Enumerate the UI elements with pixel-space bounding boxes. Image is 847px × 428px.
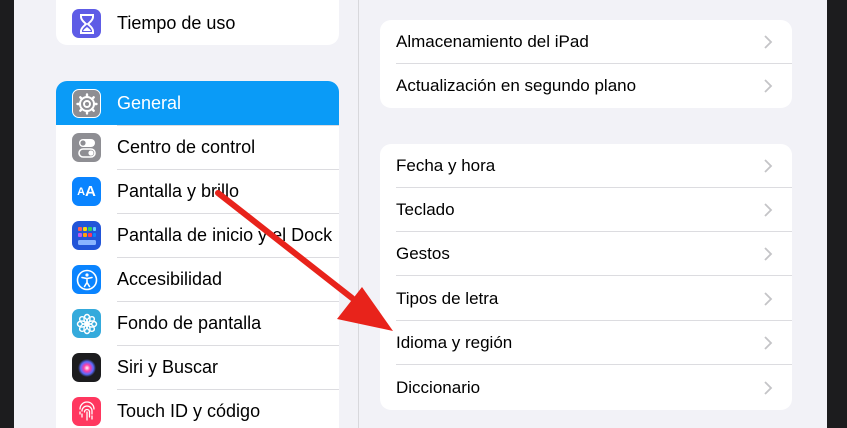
chevron-right-icon [764, 203, 773, 217]
detail-item-label: Fecha y hora [396, 156, 496, 175]
detail-item-label: Almacenamiento del iPad [396, 32, 589, 51]
chevron-right-icon [764, 159, 773, 173]
detail-group-settings: Fecha y hora Teclado Gestos Tipos de let… [380, 144, 792, 410]
sidebar-group-screen-time: Tiempo de uso [56, 0, 339, 45]
sidebar-item-label: Siri y Buscar [117, 357, 219, 377]
detail-item-label: Teclado [396, 200, 455, 219]
sidebar-item-label: Pantalla y brillo [117, 181, 240, 201]
app-grid-icon [72, 221, 101, 250]
chevron-right-icon [764, 292, 773, 306]
detail-item-label: Tipos de letra [396, 289, 499, 308]
chevron-right-icon [764, 35, 773, 49]
sidebar-item-label: Tiempo de uso [117, 13, 236, 33]
toggles-icon [72, 133, 101, 162]
detail-item-almacenamiento[interactable]: Almacenamiento del iPad [380, 20, 792, 64]
row-separator [117, 345, 339, 346]
chevron-right-icon [764, 381, 773, 395]
sidebar-item-label: Touch ID y código [117, 401, 261, 421]
sidebar-item-label: Centro de control [117, 137, 256, 157]
detail-item-label: Actualización en segundo plano [396, 76, 637, 95]
detail-group-storage: Almacenamiento del iPad Actualización en… [380, 20, 792, 108]
detail-item-gestos[interactable]: Gestos [380, 232, 792, 276]
sidebar-item-label: Pantalla de inicio y el Dock [117, 225, 333, 245]
detail-item-diccionario[interactable]: Diccionario [380, 366, 792, 410]
sidebar-item-pantalla-de-inicio[interactable]: Pantalla de inicio y el Dock [56, 213, 339, 257]
sidebar-item-label: Fondo de pantalla [117, 313, 262, 333]
detail-item-label: Diccionario [396, 378, 481, 397]
fingerprint-icon [72, 397, 101, 426]
detail-item-tipos-de-letra[interactable]: Tipos de letra [380, 277, 792, 321]
detail-item-idioma-y-region[interactable]: Idioma y región [380, 321, 792, 365]
sidebar-item-centro-de-control[interactable]: Centro de control [56, 125, 339, 169]
detail-item-label: Gestos [396, 244, 450, 263]
sidebar-item-tiempo-de-uso[interactable]: Tiempo de uso [56, 1, 339, 45]
chevron-right-icon [764, 336, 773, 350]
row-separator [117, 301, 339, 302]
row-separator [117, 213, 339, 214]
detail-item-teclado[interactable]: Teclado [380, 188, 792, 232]
row-separator [396, 364, 792, 365]
text-size-icon: AA [72, 177, 101, 206]
detail-item-fecha-y-hora[interactable]: Fecha y hora [380, 144, 792, 188]
accessibility-icon [72, 265, 101, 294]
chevron-right-icon [764, 247, 773, 261]
gear-icon [72, 89, 101, 118]
sidebar-item-fondo-de-pantalla[interactable]: Fondo de pantalla [56, 301, 339, 345]
ipad-screen: Tiempo de uso General Centro de control … [14, 0, 827, 428]
detail-item-actualizacion[interactable]: Actualización en segundo plano [380, 64, 792, 108]
row-separator [117, 169, 339, 170]
siri-icon [72, 353, 101, 382]
sidebar-item-accesibilidad[interactable]: Accesibilidad [56, 257, 339, 301]
row-separator [396, 275, 792, 276]
sidebar-item-pantalla-y-brillo[interactable]: AA Pantalla y brillo [56, 169, 339, 213]
hourglass-icon [72, 9, 101, 38]
sidebar-item-label: General [117, 93, 182, 113]
sidebar-group-main: General Centro de control AA Pantalla y … [56, 81, 339, 428]
sidebar-item-touch-id[interactable]: Touch ID y código [56, 389, 339, 428]
sidebar-item-siri-y-buscar[interactable]: Siri y Buscar [56, 345, 339, 389]
row-separator [117, 125, 339, 126]
sidebar-item-general[interactable]: General [56, 81, 339, 125]
sidebar-item-label: Accesibilidad [117, 269, 223, 289]
chevron-right-icon [764, 79, 773, 93]
row-separator [117, 257, 339, 258]
row-separator [117, 389, 339, 390]
flower-icon [72, 309, 101, 338]
detail-item-label: Idioma y región [396, 333, 513, 352]
